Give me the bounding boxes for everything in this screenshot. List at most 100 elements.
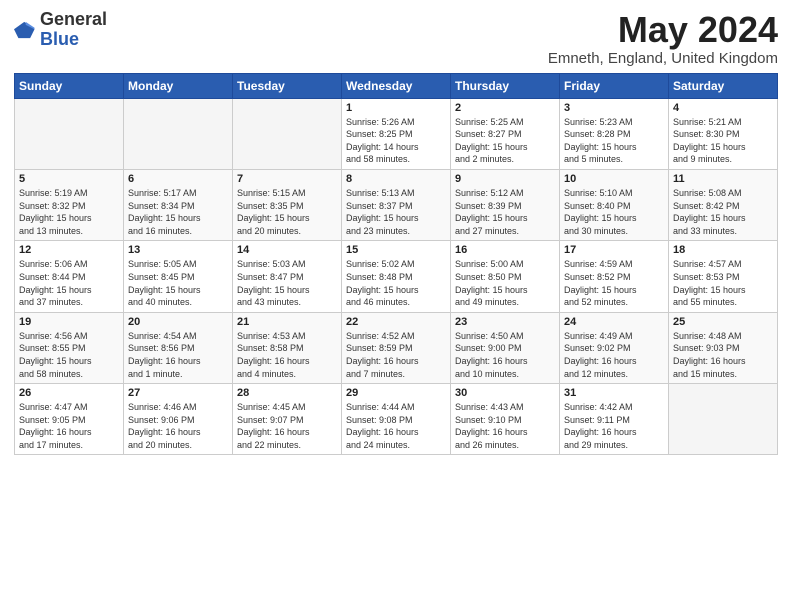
day-detail: Sunrise: 4:54 AMSunset: 8:56 PMDaylight:… [128,330,228,380]
calendar-week-1: 5 Sunrise: 5:19 AMSunset: 8:32 PMDaylight… [15,169,778,240]
day-detail: Sunrise: 4:47 AMSunset: 9:05 PMDaylight:… [19,401,119,451]
calendar-cell: 15 Sunrise: 5:02 AMSunset: 8:48 PMDayligh… [342,241,451,312]
calendar-cell: 19 Sunrise: 4:56 AMSunset: 8:55 PMDayligh… [15,312,124,383]
day-number: 6 [128,173,228,185]
calendar-cell [15,98,124,169]
header: General Blue May 2024 Emneth, England, U… [14,10,778,67]
day-detail: Sunrise: 4:59 AMSunset: 8:52 PMDaylight:… [564,258,664,308]
day-detail: Sunrise: 4:56 AMSunset: 8:55 PMDaylight:… [19,330,119,380]
day-number: 8 [346,173,446,185]
day-detail: Sunrise: 5:19 AMSunset: 8:32 PMDaylight:… [19,187,119,237]
day-number: 13 [128,244,228,256]
calendar-header-saturday: Saturday [669,73,778,98]
day-detail: Sunrise: 4:49 AMSunset: 9:02 PMDaylight:… [564,330,664,380]
calendar-cell: 3 Sunrise: 5:23 AMSunset: 8:28 PMDaylight… [560,98,669,169]
calendar-header-sunday: Sunday [15,73,124,98]
day-detail: Sunrise: 4:53 AMSunset: 8:58 PMDaylight:… [237,330,337,380]
day-detail: Sunrise: 5:06 AMSunset: 8:44 PMDaylight:… [19,258,119,308]
calendar-cell: 21 Sunrise: 4:53 AMSunset: 8:58 PMDayligh… [233,312,342,383]
calendar-header-friday: Friday [560,73,669,98]
day-detail: Sunrise: 5:21 AMSunset: 8:30 PMDaylight:… [673,116,773,166]
day-number: 19 [19,316,119,328]
day-number: 31 [564,387,664,399]
day-number: 3 [564,102,664,114]
day-number: 2 [455,102,555,114]
day-number: 7 [237,173,337,185]
day-detail: Sunrise: 5:17 AMSunset: 8:34 PMDaylight:… [128,187,228,237]
day-number: 9 [455,173,555,185]
subtitle: Emneth, England, United Kingdom [548,50,778,67]
calendar-cell: 22 Sunrise: 4:52 AMSunset: 8:59 PMDayligh… [342,312,451,383]
day-detail: Sunrise: 4:57 AMSunset: 8:53 PMDaylight:… [673,258,773,308]
calendar-cell: 10 Sunrise: 5:10 AMSunset: 8:40 PMDayligh… [560,169,669,240]
day-number: 27 [128,387,228,399]
calendar-cell [124,98,233,169]
title-area: May 2024 Emneth, England, United Kingdom [548,10,778,67]
calendar-cell: 29Sunrise: 4:44 AMSunset: 9:08 PMDayligh… [342,384,451,455]
day-number: 5 [19,173,119,185]
calendar-cell: 24 Sunrise: 4:49 AMSunset: 9:02 PMDayligh… [560,312,669,383]
day-number: 24 [564,316,664,328]
calendar-cell: 8 Sunrise: 5:13 AMSunset: 8:37 PMDaylight… [342,169,451,240]
calendar-cell: 2 Sunrise: 5:25 AMSunset: 8:27 PMDaylight… [451,98,560,169]
calendar-cell: 4Sunrise: 5:21 AMSunset: 8:30 PMDaylight… [669,98,778,169]
calendar-cell: 5 Sunrise: 5:19 AMSunset: 8:32 PMDaylight… [15,169,124,240]
calendar-cell [669,384,778,455]
calendar-cell: 28 Sunrise: 4:45 AMSunset: 9:07 PMDayligh… [233,384,342,455]
calendar-cell: 31 Sunrise: 4:42 AMSunset: 9:11 PMDayligh… [560,384,669,455]
day-number: 1 [346,102,446,114]
day-detail: Sunrise: 5:10 AMSunset: 8:40 PMDaylight:… [564,187,664,237]
day-number: 12 [19,244,119,256]
calendar-header-tuesday: Tuesday [233,73,342,98]
calendar-cell: 14 Sunrise: 5:03 AMSunset: 8:47 PMDayligh… [233,241,342,312]
day-number: 20 [128,316,228,328]
calendar-cell: 26 Sunrise: 4:47 AMSunset: 9:05 PMDayligh… [15,384,124,455]
day-detail: Sunrise: 5:00 AMSunset: 8:50 PMDaylight:… [455,258,555,308]
day-number: 26 [19,387,119,399]
day-detail: Sunrise: 4:42 AMSunset: 9:11 PMDaylight:… [564,401,664,451]
day-detail: Sunrise: 4:44 AMSunset: 9:08 PMDaylight:… [346,401,446,451]
calendar-cell: 7 Sunrise: 5:15 AMSunset: 8:35 PMDaylight… [233,169,342,240]
calendar: SundayMondayTuesdayWednesdayThursdayFrid… [14,73,778,456]
logo-text: General Blue [40,10,107,50]
calendar-cell: 20 Sunrise: 4:54 AMSunset: 8:56 PMDayligh… [124,312,233,383]
day-detail: Sunrise: 5:25 AMSunset: 8:27 PMDaylight:… [455,116,555,166]
calendar-cell: 13Sunrise: 5:05 AMSunset: 8:45 PMDayligh… [124,241,233,312]
day-detail: Sunrise: 4:45 AMSunset: 9:07 PMDaylight:… [237,401,337,451]
calendar-cell: 11Sunrise: 5:08 AMSunset: 8:42 PMDayligh… [669,169,778,240]
day-detail: Sunrise: 5:13 AMSunset: 8:37 PMDaylight:… [346,187,446,237]
day-number: 17 [564,244,664,256]
day-detail: Sunrise: 5:12 AMSunset: 8:39 PMDaylight:… [455,187,555,237]
day-detail: Sunrise: 4:46 AMSunset: 9:06 PMDaylight:… [128,401,228,451]
calendar-cell: 30 Sunrise: 4:43 AMSunset: 9:10 PMDayligh… [451,384,560,455]
day-number: 18 [673,244,773,256]
day-detail: Sunrise: 5:02 AMSunset: 8:48 PMDaylight:… [346,258,446,308]
day-number: 14 [237,244,337,256]
day-number: 28 [237,387,337,399]
calendar-cell: 12 Sunrise: 5:06 AMSunset: 8:44 PMDayligh… [15,241,124,312]
day-detail: Sunrise: 4:50 AMSunset: 9:00 PMDaylight:… [455,330,555,380]
day-detail: Sunrise: 5:23 AMSunset: 8:28 PMDaylight:… [564,116,664,166]
calendar-week-3: 19 Sunrise: 4:56 AMSunset: 8:55 PMDayligh… [15,312,778,383]
day-number: 16 [455,244,555,256]
calendar-cell: 9 Sunrise: 5:12 AMSunset: 8:39 PMDaylight… [451,169,560,240]
calendar-cell: 27 Sunrise: 4:46 AMSunset: 9:06 PMDayligh… [124,384,233,455]
calendar-cell: 17 Sunrise: 4:59 AMSunset: 8:52 PMDayligh… [560,241,669,312]
calendar-header-wednesday: Wednesday [342,73,451,98]
day-detail: Sunrise: 5:03 AMSunset: 8:47 PMDaylight:… [237,258,337,308]
day-number: 30 [455,387,555,399]
day-detail: Sunrise: 5:15 AMSunset: 8:35 PMDaylight:… [237,187,337,237]
day-number: 22 [346,316,446,328]
day-number: 15 [346,244,446,256]
day-detail: Sunrise: 4:52 AMSunset: 8:59 PMDaylight:… [346,330,446,380]
day-number: 21 [237,316,337,328]
day-number: 10 [564,173,664,185]
calendar-week-4: 26 Sunrise: 4:47 AMSunset: 9:05 PMDayligh… [15,384,778,455]
month-title: May 2024 [548,10,778,50]
calendar-cell: 6 Sunrise: 5:17 AMSunset: 8:34 PMDaylight… [124,169,233,240]
calendar-cell: 25Sunrise: 4:48 AMSunset: 9:03 PMDayligh… [669,312,778,383]
day-detail: Sunrise: 5:08 AMSunset: 8:42 PMDaylight:… [673,187,773,237]
day-number: 23 [455,316,555,328]
day-detail: Sunrise: 4:43 AMSunset: 9:10 PMDaylight:… [455,401,555,451]
page: General Blue May 2024 Emneth, England, U… [0,0,792,612]
